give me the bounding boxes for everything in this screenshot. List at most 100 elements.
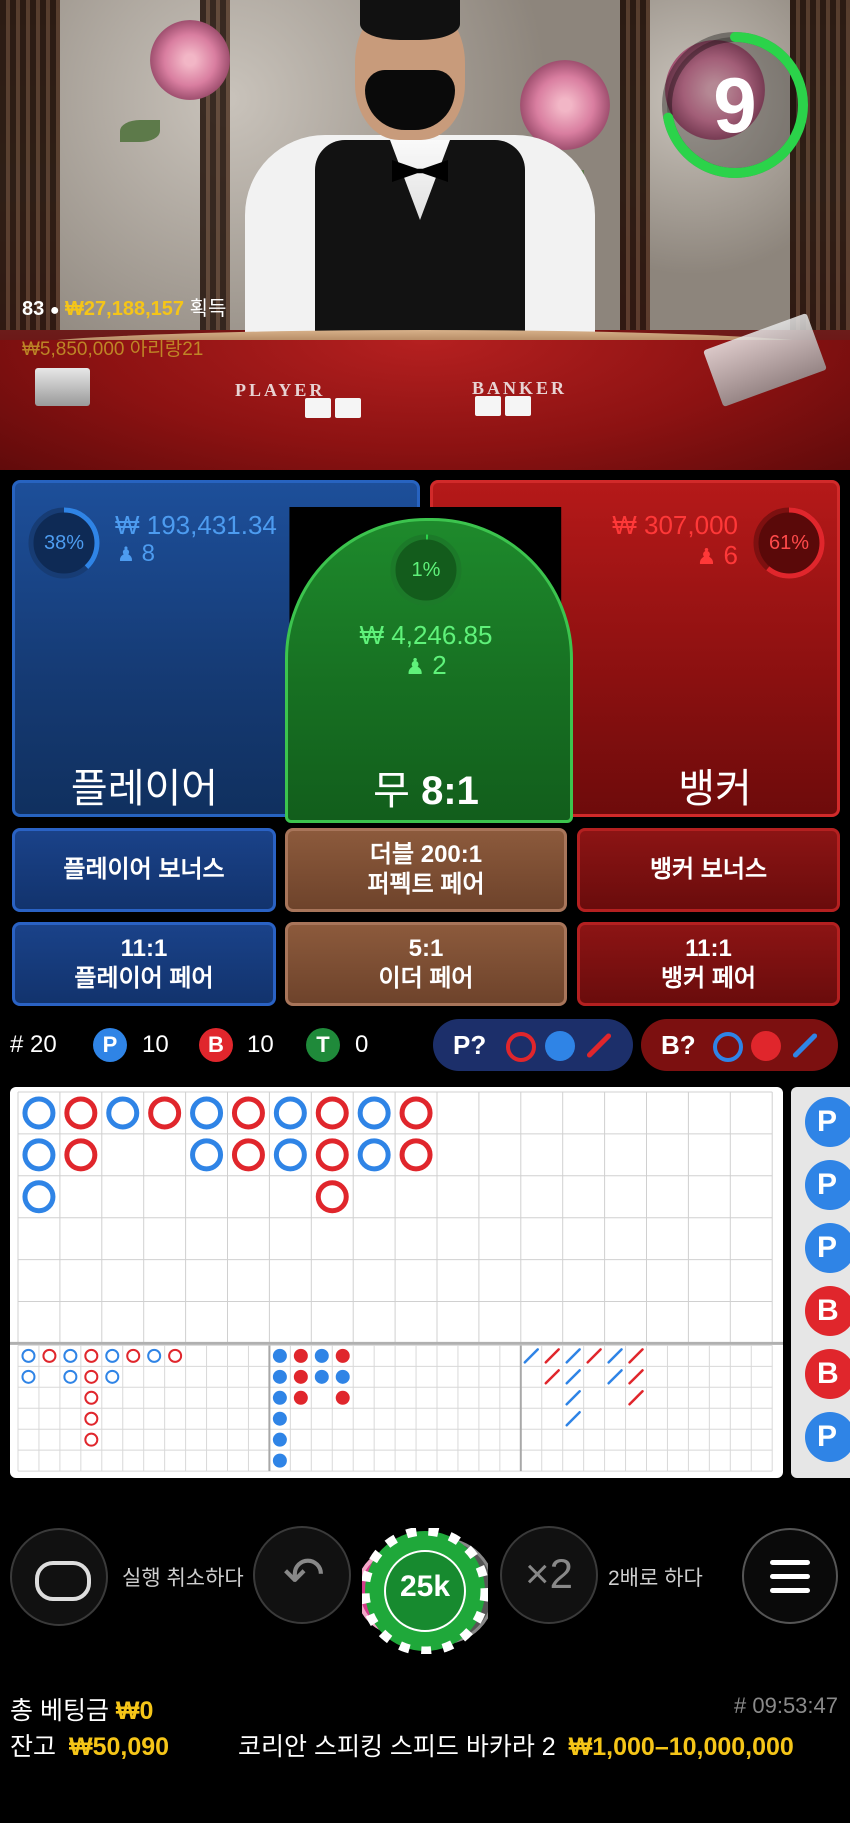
big-road-mark (315, 1096, 349, 1130)
balance: 잔고 ₩50,090 (10, 1727, 169, 1763)
user-icon: ♟ (405, 654, 426, 679)
player-total-amount: ₩ 193,431.34 (115, 510, 277, 540)
big-eye-road-mark (84, 1348, 99, 1363)
total-bet-amount: ₩0 (115, 1697, 154, 1725)
cockroach-road-mark (565, 1348, 581, 1364)
small-road-mark (272, 1390, 287, 1405)
predict-big-road-icon (506, 1032, 536, 1062)
user-icon: ♟ (696, 544, 717, 569)
card-deck (35, 368, 90, 406)
roadmap-grid (10, 1091, 783, 1472)
lattice-pillar (620, 0, 650, 330)
big-road-mark (273, 1096, 307, 1130)
banker-wins-badge: B (199, 1028, 233, 1062)
tie-users: ♟ 2 (285, 650, 567, 681)
bead-road-mark: P (805, 1160, 850, 1210)
big-road-mark (64, 1096, 98, 1130)
small-road-mark (293, 1348, 308, 1363)
big-eye-road-mark (105, 1369, 120, 1384)
hamburger-icon (770, 1560, 810, 1593)
small-road-mark (335, 1369, 350, 1384)
user-icon: ● (49, 302, 60, 319)
player-pair-payout: 11:1 (120, 935, 168, 962)
big-road-mark (315, 1180, 349, 1214)
small-road-mark (272, 1348, 287, 1363)
tie-percent: 1% (411, 559, 441, 581)
tie-total-amount: ₩ 4,246.85 (359, 620, 493, 650)
small-road-mark (272, 1432, 287, 1447)
player-wins-badge: P (93, 1028, 127, 1062)
big-eye-road-mark (63, 1348, 78, 1363)
chat-button[interactable] (10, 1528, 108, 1626)
cockroach-road-mark (607, 1348, 623, 1364)
bead-road-panel[interactable]: PPPBBP (791, 1087, 850, 1478)
banker-label: 뱅커 (678, 767, 752, 811)
cockroach-road-mark (544, 1348, 560, 1364)
undo-button[interactable]: ↶ (253, 1526, 351, 1624)
player-predict-button[interactable]: P? (433, 1019, 633, 1071)
chip-stack-icon (35, 1561, 91, 1601)
player-bonus-button[interactable]: 플레이어 보너스 (12, 828, 276, 912)
flower-painting (150, 20, 230, 100)
menu-button[interactable] (742, 1528, 838, 1624)
big-road-mark (273, 1138, 307, 1172)
perfect-pair-payout: 더블 200:1 (369, 841, 483, 868)
predict-big-eye-icon (751, 1031, 781, 1061)
player-pair-label: 플레이어 페어 (74, 965, 214, 992)
big-road-mark (22, 1138, 56, 1172)
big-eye-road-mark (105, 1348, 120, 1363)
winners-info: 83 ● ₩27,188,157 획득 (22, 292, 226, 321)
total-bet: 총 베팅금 ₩0 (10, 1691, 153, 1727)
big-eye-road-mark (147, 1348, 162, 1363)
table-name: 코리안 스피킹 스피드 바카라 2 (238, 1733, 556, 1761)
table-info: 코리안 스피킹 스피드 바카라 2 ₩1,000–10,000,000 (238, 1727, 794, 1763)
last-win-amount: ₩5,850,000 (22, 339, 125, 360)
perfect-pair-label: 퍼펙트 페어 (367, 871, 485, 898)
playing-card (475, 396, 501, 416)
big-road-mark (399, 1138, 433, 1172)
big-road-mark (190, 1096, 224, 1130)
player-percent: 38% (43, 532, 85, 554)
perfect-pair-button[interactable]: 더블 200:1 퍼펙트 페어 (285, 828, 567, 912)
banker-bonus-button[interactable]: 뱅커 보너스 (577, 828, 840, 912)
player-user-count: 8 (141, 540, 155, 567)
small-road-mark (272, 1411, 287, 1426)
bead-road-mark: P (805, 1223, 850, 1273)
banker-bonus-label: 뱅커 보너스 (649, 856, 768, 883)
big-road-mark (190, 1138, 224, 1172)
scoreboard-roadmap[interactable] (10, 1087, 783, 1478)
small-road-mark (314, 1369, 329, 1384)
big-eye-road-mark (84, 1369, 99, 1384)
tie-count-badge: T (306, 1028, 340, 1062)
big-road-mark (399, 1096, 433, 1130)
balance-amount: ₩50,090 (68, 1733, 170, 1761)
big-eye-road-mark (126, 1348, 141, 1363)
small-road-mark (293, 1369, 308, 1384)
last-win-ticker: ₩5,850,000 아리랑21 (22, 334, 203, 361)
player-pair-button[interactable]: 11:1 플레이어 페어 (12, 922, 276, 1006)
big-road-mark (64, 1138, 98, 1172)
winners-label: 획득 (189, 298, 227, 320)
big-road-mark (22, 1096, 56, 1130)
small-road-mark (335, 1348, 350, 1363)
player-wins-count: 10 (142, 1031, 169, 1058)
banker-users: ♟ 6 (560, 540, 738, 571)
user-icon: ♟ (117, 544, 135, 566)
big-eye-road-mark (63, 1369, 78, 1384)
winners-amount: ₩27,188,157 (65, 298, 185, 320)
cockroach-road-mark (586, 1348, 602, 1364)
winners-count: 83 (22, 298, 45, 320)
banker-pair-button[interactable]: 11:1 뱅커 페어 (577, 922, 840, 1006)
game-id: # 09:53:47 (734, 1693, 838, 1718)
either-pair-button[interactable]: 5:1 이더 페어 (285, 922, 567, 1006)
total-bet-label: 총 베팅금 (10, 1697, 109, 1725)
banker-predict-button[interactable]: B? (641, 1019, 838, 1071)
small-road-mark (314, 1348, 329, 1363)
double-button[interactable]: ×2 (500, 1526, 598, 1624)
tie-label-text: 무 (373, 769, 410, 813)
last-win-user: 아리랑21 (129, 339, 204, 360)
big-eye-road-mark (84, 1390, 99, 1405)
cockroach-road-mark (628, 1348, 644, 1364)
bead-road-mark: P (805, 1412, 850, 1462)
banker-pair-payout: 11:1 (685, 935, 732, 962)
